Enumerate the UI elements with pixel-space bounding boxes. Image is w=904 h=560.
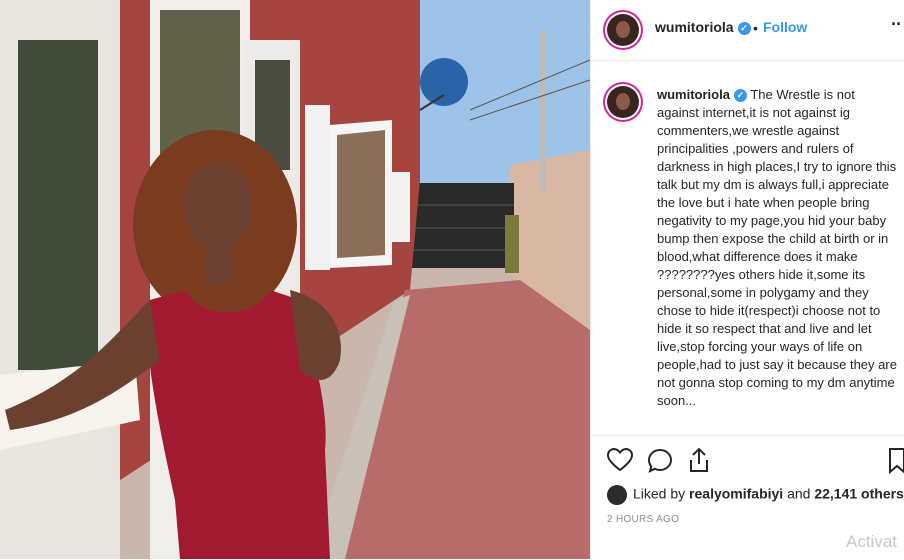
post-caption: wumitoriola ✓ The Wrestle is not against … [657, 86, 897, 410]
comment-bubble-icon[interactable] [647, 448, 673, 474]
caption-verified-badge-icon: ✓ [733, 89, 747, 103]
follow-button[interactable]: Follow [763, 19, 807, 35]
windows-activation-watermark: Activat [846, 532, 898, 551]
caption-username-text[interactable]: wumitoriola [657, 87, 730, 102]
likes-count[interactable]: 22,141 others [814, 486, 904, 502]
separator-dot: • [753, 20, 758, 36]
post-timestamp[interactable]: 2 HOURS AGO [607, 514, 679, 525]
caption-text: The Wrestle is not against internet,it i… [657, 87, 897, 408]
author-username[interactable]: wumitoriola [655, 19, 734, 35]
author-avatar[interactable] [607, 14, 639, 46]
share-icon[interactable] [687, 447, 711, 473]
liked-by-username[interactable]: realyomifabiyi [689, 486, 783, 502]
caption-username[interactable]: wumitoriola ✓ [657, 87, 747, 103]
verified-badge-icon: ✓ [737, 21, 751, 35]
post-image[interactable] [0, 0, 590, 559]
post-photo-illustration [0, 0, 590, 559]
post-header: wumitoriola ✓ • Follow ·· [591, 0, 904, 61]
heart-icon[interactable] [607, 448, 633, 472]
likes-suffix: and [787, 485, 811, 502]
likes-prefix: Liked by [633, 485, 686, 502]
liker-avatar[interactable] [607, 485, 627, 505]
likes-summary: Liked by realyomifabiyi and 22,141 other… [607, 485, 904, 505]
post-side-panel: wumitoriola ✓ • Follow ·· wumitoriola ✓ Th… [590, 0, 904, 559]
more-options-icon[interactable]: ·· [891, 14, 902, 35]
caption-author-avatar[interactable] [607, 86, 639, 118]
author-username-link[interactable]: wumitoriola ✓ [655, 19, 751, 35]
bookmark-icon[interactable] [889, 448, 904, 474]
